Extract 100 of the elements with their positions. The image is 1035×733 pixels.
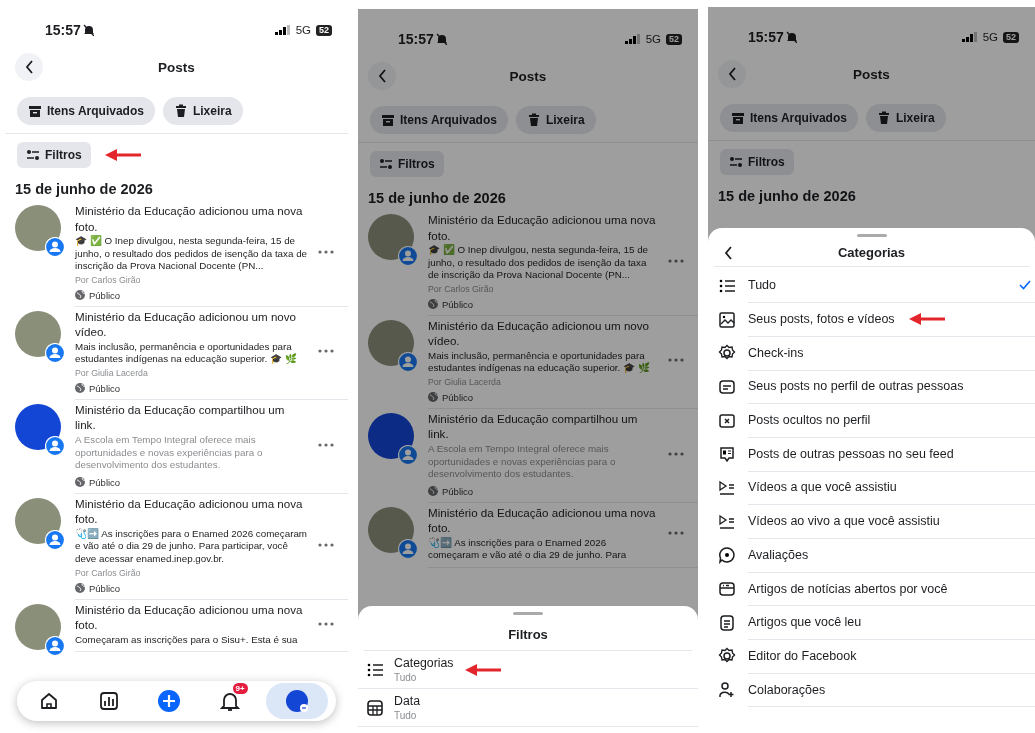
audience-label: Público xyxy=(89,582,121,594)
globe-icon xyxy=(75,477,85,488)
date-heading: 15 de junho de 2026 xyxy=(367,189,507,208)
trash-button[interactable]: Lixeira xyxy=(515,106,596,134)
document-icon xyxy=(718,613,736,632)
option-label: Data xyxy=(394,694,420,708)
filters-button[interactable]: Filtros xyxy=(370,151,444,177)
photo-placeholder xyxy=(368,506,414,553)
network-label: 5G xyxy=(982,31,998,43)
drag-handle[interactable] xyxy=(513,612,543,615)
back-button[interactable] xyxy=(368,62,396,90)
filter-option[interactable]: Data Tudo xyxy=(358,689,698,727)
archive-icon xyxy=(381,113,395,127)
nav-tab[interactable] xyxy=(265,683,328,719)
person-badge-icon xyxy=(398,444,418,465)
filters-button[interactable]: Filtros xyxy=(720,149,794,175)
more-icon[interactable] xyxy=(318,349,334,354)
category-option[interactable]: Editor do Facebook xyxy=(708,639,1035,674)
back-button[interactable] xyxy=(15,53,43,81)
date-heading: 15 de junho de 2026 xyxy=(717,187,857,206)
option-value: Tudo xyxy=(394,672,418,683)
more-icon[interactable] xyxy=(668,451,684,456)
more-icon[interactable] xyxy=(668,531,684,536)
photo-placeholder xyxy=(15,497,61,544)
trash-button[interactable]: Lixeira xyxy=(162,97,243,125)
option-label: Artigos que você leu xyxy=(748,615,862,630)
category-option[interactable]: Tudo xyxy=(708,269,1035,303)
category-option[interactable]: Artigos que você leu xyxy=(708,605,1035,640)
option-label: Check-ins xyxy=(748,345,804,360)
battery-level: 52 xyxy=(316,24,332,36)
post-title: Ministério da Educação adicionou uma nova foto. xyxy=(75,203,304,234)
post-author: Por Giulia Lacerda xyxy=(75,367,149,378)
more-icon[interactable] xyxy=(318,542,334,547)
globe-icon xyxy=(428,486,438,497)
bell-icon xyxy=(218,690,241,712)
archive-icon xyxy=(28,104,42,118)
signal-icon xyxy=(274,25,291,35)
post-text: 🩺➡ As inscrições para o Enamed 2026 começaram e vão até o dia 29 de junho. Para participar, você deve acessar enamed.inep.gov.br. xyxy=(75,527,308,566)
audience-label: Público xyxy=(442,298,474,310)
filters-button[interactable]: Filtros xyxy=(17,142,91,168)
battery-level: 52 xyxy=(666,33,682,45)
signal-icon xyxy=(961,32,978,42)
trash-button[interactable]: Lixeira xyxy=(865,104,946,132)
more-icon[interactable] xyxy=(318,249,334,254)
post-title: Ministério da Educação adicionou uma nova foto. xyxy=(428,504,657,536)
more-icon[interactable] xyxy=(318,442,334,447)
archived-items-button[interactable]: Itens Arquivados xyxy=(17,97,155,125)
category-option[interactable]: Seus posts, fotos e vídeos xyxy=(708,302,1035,337)
bell-slash-icon xyxy=(82,24,94,36)
status-time: 15:57 xyxy=(398,31,434,47)
logo-avatar xyxy=(368,412,414,459)
post-text: 🎓 ✅ O Inep divulgou, nesta segunda-feira, 15 de junho, o resultado dos pedidos de isenção da taxa de inscrição da Prova Nacional Docente (PN... xyxy=(75,235,308,273)
person-badge-icon xyxy=(45,435,65,456)
post-title: Ministério da Educação adicionou um novo vídeo. xyxy=(428,317,651,349)
category-option[interactable]: Check-ins xyxy=(708,336,1035,371)
feed-icon xyxy=(718,445,736,464)
hidden-post-icon xyxy=(718,411,736,430)
more-icon[interactable] xyxy=(668,358,684,363)
plus-icon xyxy=(158,690,181,712)
globe-icon xyxy=(75,583,85,594)
back-icon xyxy=(24,60,34,74)
window-icon xyxy=(718,580,736,599)
category-option[interactable]: Colaborações xyxy=(708,673,1035,707)
drag-handle[interactable] xyxy=(856,234,887,237)
category-option[interactable]: Posts de outras pessoas no seu feed xyxy=(708,437,1035,472)
status-time: 15:57 xyxy=(748,29,784,45)
filter-option[interactable]: Categorias Tudo xyxy=(358,651,698,689)
video-list-icon xyxy=(718,512,736,531)
more-icon[interactable] xyxy=(318,621,334,626)
category-option[interactable]: Vídeos a que você assistiu xyxy=(708,471,1035,505)
category-option[interactable]: Posts ocultos no perfil xyxy=(708,403,1035,438)
person-plus-icon xyxy=(718,681,736,700)
option-label: Editor do Facebook xyxy=(748,648,857,663)
option-label: Seus posts, fotos e vídeos xyxy=(748,312,895,327)
option-label: Vídeos a que você assistiu xyxy=(748,480,897,495)
category-option[interactable]: Vídeos ao vivo a que você assistiu xyxy=(708,504,1035,539)
archived-items-button[interactable]: Itens Arquivados xyxy=(720,104,858,132)
bell-slash-icon xyxy=(785,31,797,43)
category-option[interactable]: Artigos de notícias abertos por você xyxy=(708,572,1035,606)
nav-tab[interactable]: 9+ xyxy=(205,683,254,719)
globe-icon xyxy=(428,299,438,310)
sliders-icon xyxy=(729,155,743,169)
globe-icon xyxy=(428,392,438,403)
audience-label: Público xyxy=(442,391,474,403)
audience-label: Público xyxy=(89,382,121,394)
category-option[interactable]: Seus posts no perfil de outras pessoas xyxy=(708,370,1035,404)
post-title: Ministério da Educação adicionou uma nova foto. xyxy=(428,212,657,243)
person-badge-icon xyxy=(398,538,418,559)
more-icon[interactable] xyxy=(668,258,684,263)
post-title: Ministério da Educação compartilhou um link. xyxy=(428,410,639,442)
option-label: Colaborações xyxy=(748,682,826,697)
photo-placeholder xyxy=(15,310,61,357)
category-option[interactable]: Avaliações xyxy=(708,538,1035,573)
back-button[interactable] xyxy=(718,60,746,88)
page-title: Posts xyxy=(852,66,891,82)
photo-placeholder xyxy=(15,603,61,650)
person-badge-icon xyxy=(45,342,65,363)
person-badge-icon xyxy=(398,246,418,266)
post-title: Ministério da Educação adicionou uma nova foto. xyxy=(75,601,304,633)
archived-items-button[interactable]: Itens Arquivados xyxy=(370,106,508,134)
